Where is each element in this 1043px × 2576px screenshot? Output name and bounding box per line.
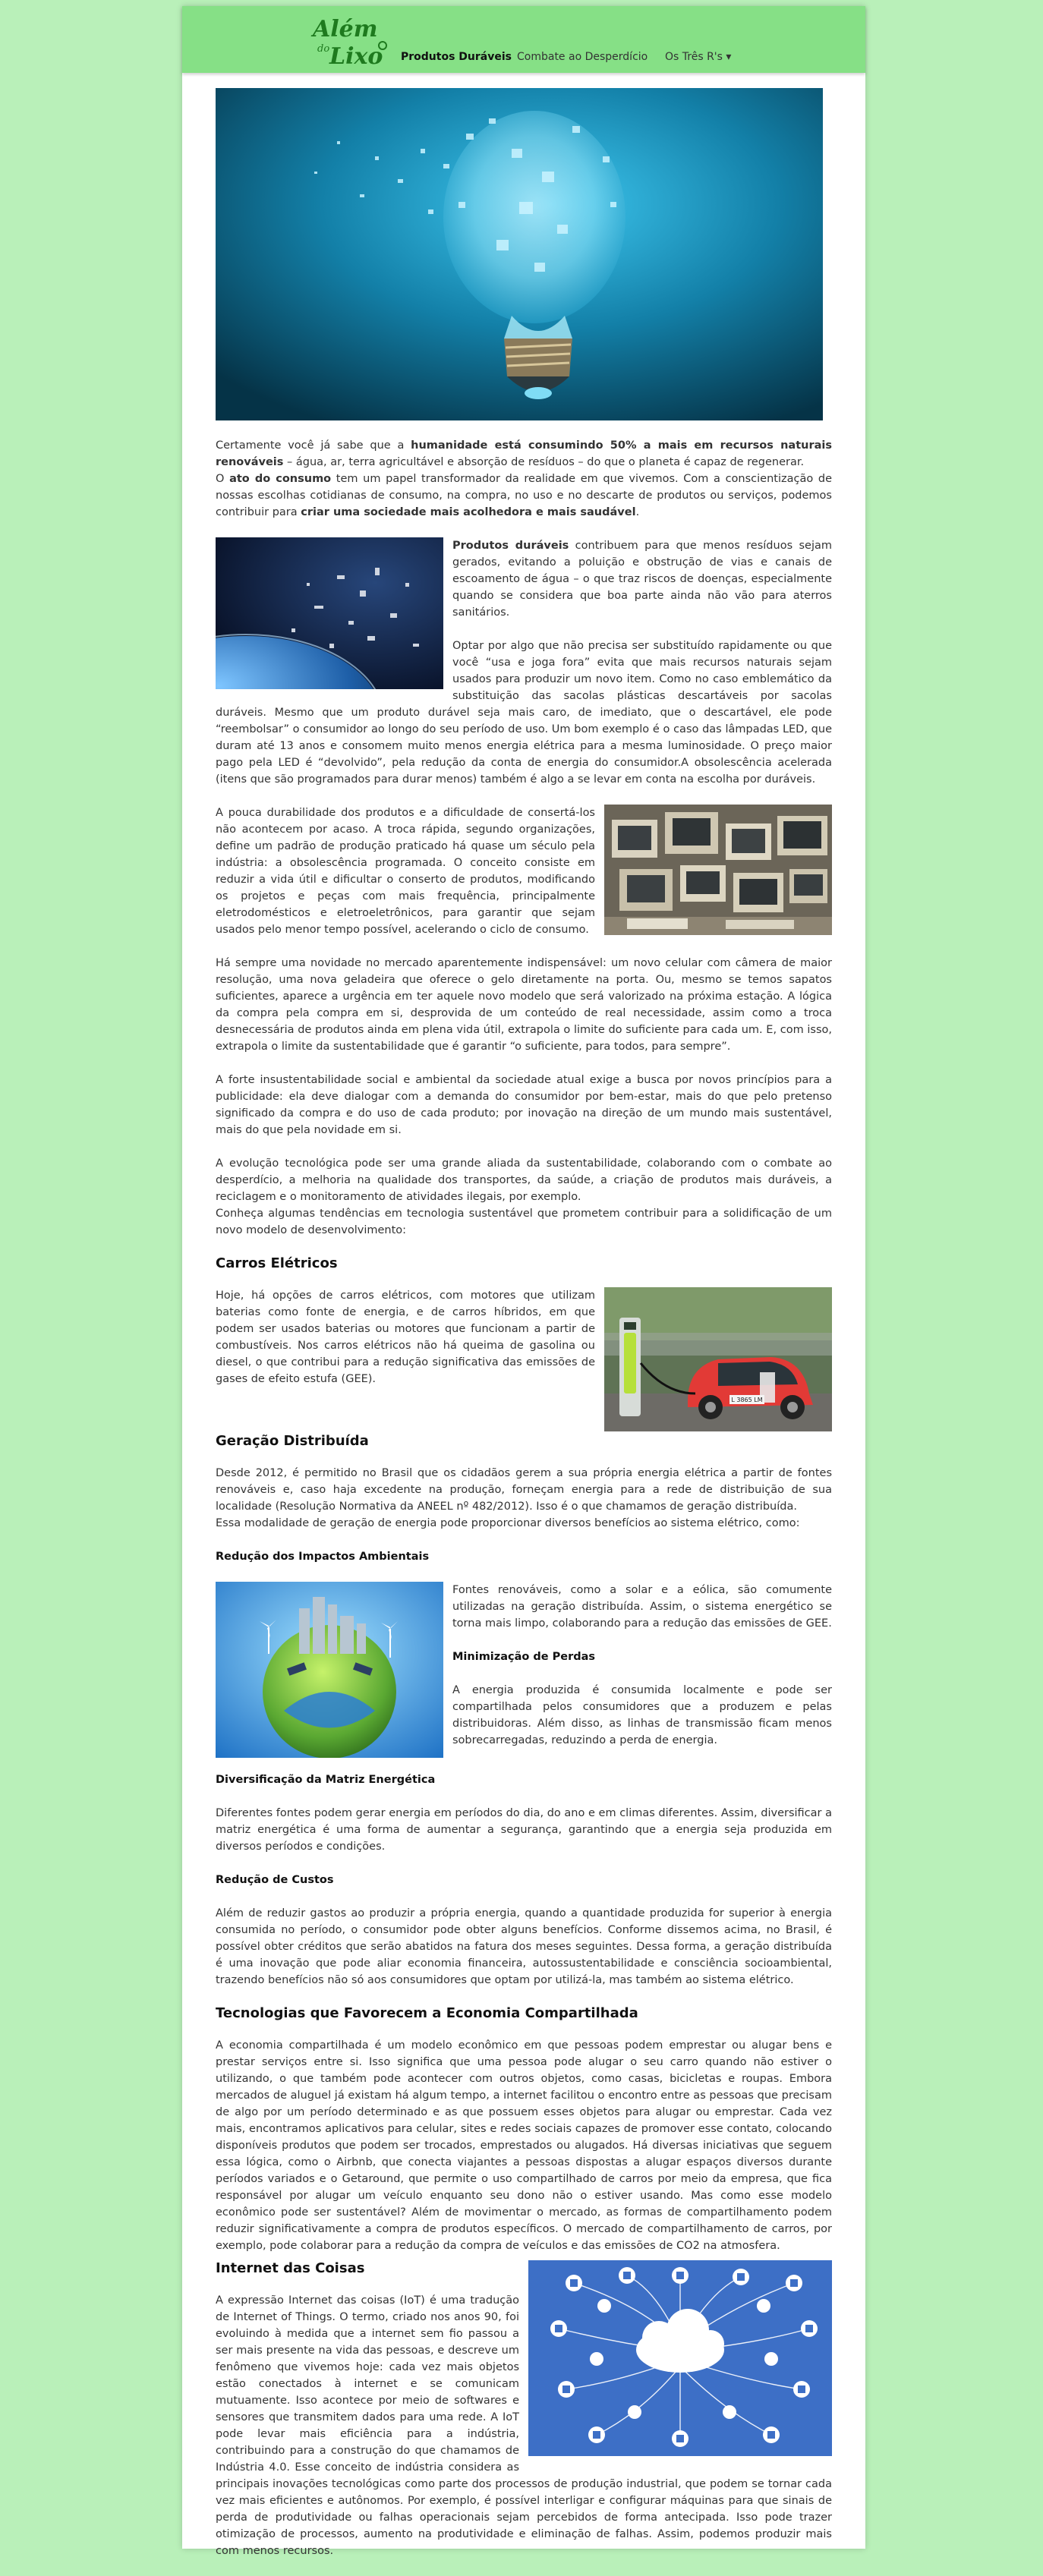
obsolescencia-paragraph-2: Há sempre uma novidade no mercado aparen…: [216, 957, 832, 1053]
intro-p2-bold2: criar uma sociedade mais acolhedora e ma…: [301, 506, 636, 518]
green-planet-image: [216, 1582, 443, 1758]
iot-cloud-image: [528, 2260, 832, 2456]
compartilhada-paragraph: A economia compartilhada é um modelo eco…: [216, 2039, 832, 2252]
intro-p1-a: Certamente você já sabe que a: [216, 439, 411, 452]
license-plate-text: L 3865 LM: [731, 1397, 762, 1403]
nav-combate-desperdicio[interactable]: Combate ao Desperdício: [517, 49, 648, 65]
obsolescencia-paragraph-5: Conheça algumas tendências em tecnologia…: [216, 1208, 832, 1236]
section-title-economia-compartilhada: Tecnologias que Favorecem a Economia Com…: [216, 2005, 638, 2021]
subheading-reducao-impactos: Redução dos Impactos Ambientais: [216, 1551, 430, 1563]
logo-line2: do: [317, 43, 329, 55]
obsolescencia-paragraph-4: A evolução tecnológica pode ser uma gran…: [216, 1157, 832, 1203]
intro-p2-bold1: ato do consumo: [229, 473, 332, 485]
duraveis-p1-bold: Produtos duráveis: [452, 540, 569, 552]
subheading-diversificacao-matriz: Diversificação da Matriz Energética: [216, 1774, 436, 1786]
page-container: Além do Lixo Produtos Duráveis Combate a…: [182, 6, 865, 2557]
navbar: Além do Lixo Produtos Duráveis Combate a…: [182, 6, 865, 73]
intro-paragraph-2: O ato do consumo tem um papel transforma…: [216, 471, 832, 521]
article-content: Certamente você já sabe que a humanidade…: [216, 88, 832, 2576]
hero-lightbulb-image: [216, 88, 823, 420]
electric-car-image: L 3865 LM: [604, 1287, 832, 1431]
intro-p2-a: O: [216, 473, 230, 485]
logo-line1: Além: [310, 16, 378, 43]
nav-tres-rs[interactable]: Os Três R's ▾: [665, 49, 731, 65]
intro-paragraph-1: Certamente você já sabe que a humanidade…: [216, 437, 832, 471]
geracao-paragraph-1: Desde 2012, é permitido no Brasil que os…: [216, 1467, 832, 1513]
geracao-paragraph-2: Essa modalidade de geração de energia po…: [216, 1517, 800, 1529]
ewaste-computers-image: [604, 805, 832, 935]
site-logo[interactable]: Além do Lixo: [307, 9, 392, 70]
chevron-down-icon: ▾: [726, 51, 732, 63]
section-title-carros: Carros Elétricos: [216, 1255, 338, 1271]
logo-line3: Lixo: [329, 43, 383, 70]
nav-produtos-duraveis[interactable]: Produtos Duráveis: [401, 49, 512, 65]
space-debris-image: [216, 537, 443, 689]
nav-tres-rs-label: Os Três R's: [665, 51, 723, 63]
matriz-paragraph: Diferentes fontes podem gerar energia em…: [216, 1807, 832, 1853]
custos-paragraph: Além de reduzir gastos ao produzir a pró…: [216, 1907, 832, 1986]
intro-p2-e: .: [635, 506, 640, 518]
section-title-geracao: Geração Distribuída: [216, 1433, 369, 1449]
subheading-reducao-custos: Redução de Custos: [216, 1874, 334, 1886]
obsolescencia-paragraph-3: A forte insustentabilidade social e ambi…: [216, 1074, 832, 1136]
intro-p1-c: – água, ar, terra agricultável e absorçã…: [283, 456, 805, 468]
